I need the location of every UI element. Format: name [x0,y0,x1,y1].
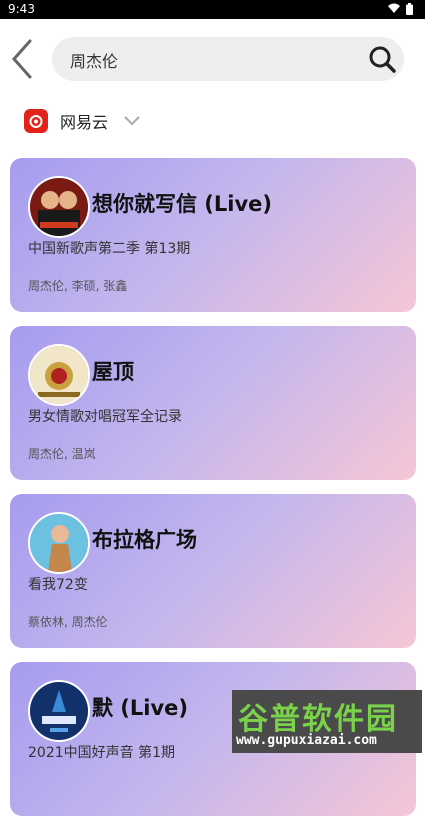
album-cover [28,176,90,238]
song-artists: 蔡依林, 周杰伦 [28,615,108,629]
status-bar: 9:43 [0,0,425,19]
search-input[interactable] [68,37,352,83]
source-name: 网易云 [60,113,109,132]
album-cover [28,512,90,574]
song-card[interactable]: 布拉格广场 看我72变 蔡依林, 周杰伦 [10,494,416,648]
source-selector[interactable]: 网易云 [24,108,140,134]
netease-logo-icon [24,109,48,133]
song-card[interactable]: 想你就写信 (Live) 中国新歌声第二季 第13期 周杰伦, 李硕, 张鑫 [10,158,416,312]
wifi-icon [388,3,400,13]
watermark-url: www.gupuxiazai.com [236,733,377,748]
back-button[interactable] [8,37,38,81]
song-title: 默 (Live) [92,696,189,720]
album-cover [28,344,90,406]
chevron-down-icon [124,116,140,126]
search-button[interactable] [366,43,398,75]
song-title: 屋顶 [92,360,134,384]
search-bar [0,19,425,99]
battery-icon [406,3,413,15]
status-icons [388,3,413,15]
song-artists: 周杰伦, 温岚 [28,447,96,461]
song-artists: 周杰伦, 李硕, 张鑫 [28,279,128,293]
search-icon [369,46,396,73]
song-album: 2021中国好声音 第1期 [28,745,175,761]
search-box [52,37,404,83]
song-title: 想你就写信 (Live) [92,192,273,216]
watermark-title: 谷普软件园 [238,702,398,737]
album-cover [28,680,90,742]
song-album: 男女情歌对唱冠军全记录 [28,409,182,425]
song-card[interactable]: 屋顶 男女情歌对唱冠军全记录 周杰伦, 温岚 [10,326,416,480]
status-time: 9:43 [8,2,35,16]
back-arrow-icon [11,39,32,79]
song-title: 布拉格广场 [92,528,197,552]
song-album: 中国新歌声第二季 第13期 [28,241,191,257]
song-album: 看我72变 [28,577,88,593]
watermark: 谷普软件园 www.gupuxiazai.com [232,690,422,753]
